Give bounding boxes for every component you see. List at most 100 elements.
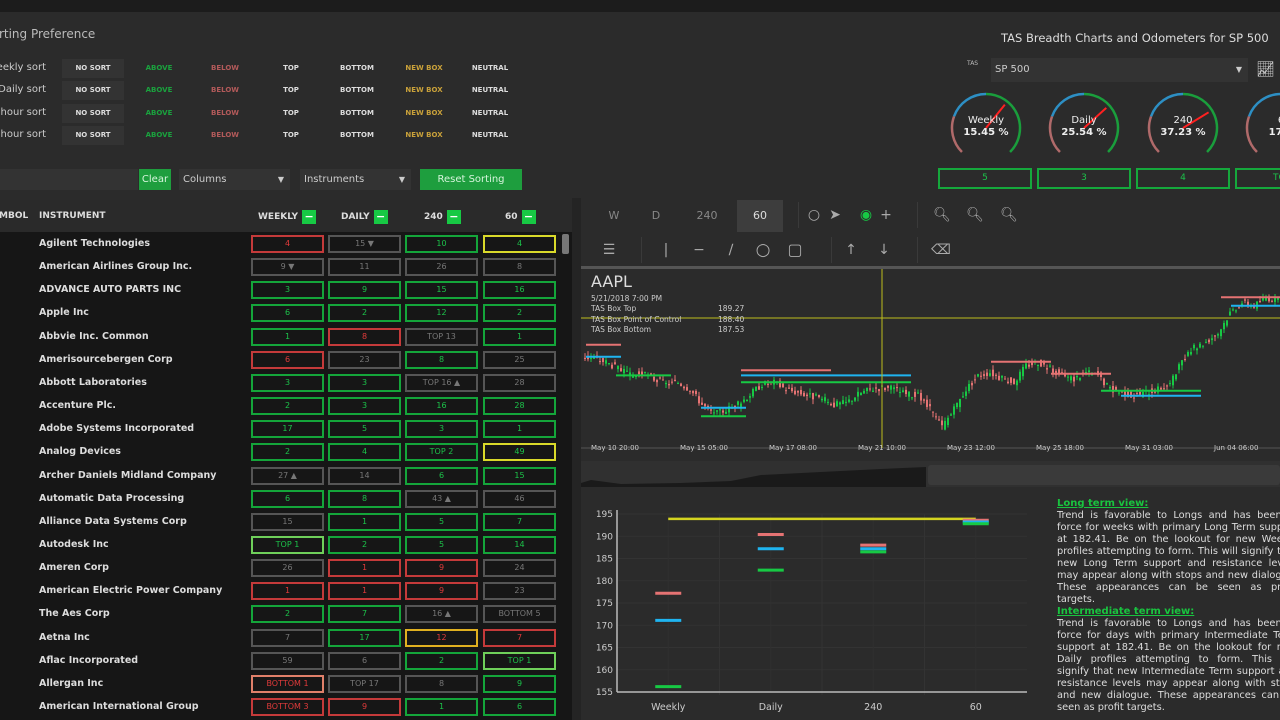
signal-cell[interactable]: 9: [483, 674, 556, 693]
signal-cell[interactable]: 46: [483, 489, 556, 508]
eraser-icon[interactable]: ⌫: [930, 233, 952, 267]
table-row[interactable]: Allergan Inc BOTTOM 1 TOP 17 8 9: [0, 674, 560, 695]
signal-cell[interactable]: TOP 1: [483, 651, 556, 670]
line-chart-icon[interactable]: 📈︎: [1256, 60, 1275, 78]
sort-option-bottom[interactable]: BOTTOM: [326, 104, 388, 123]
signal-cell[interactable]: 4: [251, 235, 324, 253]
signal-cell[interactable]: 17: [328, 628, 401, 647]
signal-cell[interactable]: 7: [483, 628, 556, 647]
signal-cell[interactable]: BOTTOM 1: [251, 674, 324, 693]
signal-cell[interactable]: 8: [328, 489, 401, 508]
signal-cell[interactable]: TOP 16 ▲: [405, 373, 478, 392]
signal-cell[interactable]: 7: [328, 605, 401, 624]
sort-option-new-box[interactable]: NEW BOX: [393, 59, 455, 78]
sort-option-no-sort[interactable]: NO SORT: [62, 103, 124, 123]
signal-cell[interactable]: 2: [251, 605, 324, 624]
sort-option-neutral[interactable]: NEUTRAL: [459, 104, 521, 123]
signal-cell[interactable]: 23: [328, 350, 401, 369]
signal-cell[interactable]: 3: [328, 373, 401, 392]
signal-cell[interactable]: 9: [405, 582, 478, 601]
table-row[interactable]: Amerisourcebergen Corp 6 23 8 25: [0, 350, 560, 371]
signal-cell[interactable]: 11: [328, 258, 401, 277]
table-row[interactable]: Alliance Data Systems Corp 15 1 5 7: [0, 512, 560, 533]
signal-cell[interactable]: 6: [483, 698, 556, 716]
signal-cell[interactable]: 10: [405, 235, 478, 253]
table-row[interactable]: Automatic Data Processing 6 8 43 ▲ 46: [0, 489, 560, 510]
signal-cell[interactable]: 2: [405, 651, 478, 670]
signal-cell[interactable]: 3: [328, 397, 401, 416]
panel-splitter[interactable]: [572, 198, 581, 720]
sort-option-above[interactable]: ABOVE: [128, 126, 190, 145]
signal-cell[interactable]: 12: [405, 304, 478, 323]
timeframe-tab-240[interactable]: 240: [677, 200, 737, 232]
signal-cell[interactable]: 14: [328, 466, 401, 485]
signal-cell[interactable]: 5: [328, 420, 401, 439]
table-row[interactable]: Abbott Laboratories 3 3 TOP 16 ▲ 28: [0, 373, 560, 394]
signal-cell[interactable]: 17: [251, 420, 324, 439]
signal-cell[interactable]: 28: [483, 373, 556, 392]
vertical-line-icon[interactable]: |: [655, 233, 677, 267]
sort-option-below[interactable]: BELOW: [194, 104, 256, 123]
header-60[interactable]: 60: [505, 212, 518, 222]
sort-option-above[interactable]: ABOVE: [128, 104, 190, 123]
signal-cell[interactable]: 6: [328, 651, 401, 670]
signal-cell[interactable]: 1: [251, 327, 324, 346]
sort-option-new-box[interactable]: NEW BOX: [393, 81, 455, 100]
table-row[interactable]: American Electric Power Company 1 1 9 23: [0, 582, 560, 602]
reset-sorting-button[interactable]: Reset Sorting: [420, 169, 522, 190]
signal-cell[interactable]: 4: [483, 235, 556, 253]
signal-cell[interactable]: 1: [405, 698, 478, 716]
header-weekly[interactable]: WEEKLY: [258, 212, 298, 222]
signal-cell[interactable]: 1: [328, 512, 401, 531]
table-row[interactable]: Ameren Corp 26 1 9 24: [0, 559, 560, 579]
sort-option-bottom[interactable]: BOTTOM: [326, 126, 388, 145]
table-row[interactable]: Autodesk Inc TOP 1 2 5 14: [0, 535, 560, 556]
timeframe-tab-60[interactable]: 60: [737, 200, 783, 232]
table-row[interactable]: ADVANCE AUTO PARTS INC 3 9 15 16: [0, 281, 560, 301]
signal-cell[interactable]: 59: [251, 651, 324, 670]
signal-cell[interactable]: 8: [405, 674, 478, 693]
signal-cell[interactable]: TOP 1: [251, 535, 324, 554]
signal-cell[interactable]: 16 ▲: [405, 605, 478, 624]
table-row[interactable]: Adobe Systems Incorporated 17 5 3 1: [0, 420, 560, 440]
signal-cell[interactable]: 15: [405, 281, 478, 300]
signal-cell[interactable]: 43 ▲: [405, 489, 478, 508]
signal-cell[interactable]: 24: [483, 559, 556, 578]
signal-cell[interactable]: 1: [328, 582, 401, 601]
timeframe-tab-d[interactable]: D: [635, 200, 677, 232]
signal-cell[interactable]: 28: [483, 397, 556, 416]
signal-cell[interactable]: 2: [251, 443, 324, 462]
signal-cell[interactable]: TOP 13: [405, 327, 478, 346]
signal-cell[interactable]: 8: [483, 258, 556, 277]
sort-option-neutral[interactable]: NEUTRAL: [459, 126, 521, 145]
header-240[interactable]: 240: [424, 212, 443, 222]
table-row[interactable]: Analog Devices 2 4 TOP 2 49: [0, 443, 560, 463]
circle-outline-icon[interactable]: ○: [803, 198, 825, 232]
signal-cell[interactable]: 6: [251, 304, 324, 323]
table-row[interactable]: Accenture Plc. 2 3 16 28: [0, 397, 560, 417]
signal-cell[interactable]: 9: [328, 281, 401, 300]
sort-option-below[interactable]: BELOW: [194, 126, 256, 145]
sort-option-top[interactable]: TOP: [260, 126, 322, 145]
sort-option-new-box[interactable]: NEW BOX: [393, 126, 455, 145]
collapse-240-button[interactable]: −: [446, 210, 461, 224]
signal-cell[interactable]: 2: [328, 535, 401, 554]
price-chart[interactable]: [581, 269, 1280, 461]
signal-cell[interactable]: 4: [328, 443, 401, 462]
table-row[interactable]: American International Group BOTTOM 3916: [0, 698, 560, 718]
zoom-in-icon[interactable]: 🔍︎: [931, 198, 953, 232]
signal-cell[interactable]: 1: [328, 559, 401, 578]
signal-cell[interactable]: 3: [251, 373, 324, 392]
signal-cell[interactable]: 8: [328, 327, 401, 346]
signal-cell[interactable]: 15 ▼: [328, 235, 401, 253]
sort-option-below[interactable]: BELOW: [194, 81, 256, 100]
signal-cell[interactable]: 2: [483, 304, 556, 323]
sort-option-no-sort[interactable]: NO SORT: [62, 125, 124, 145]
sort-option-top[interactable]: TOP: [260, 104, 322, 123]
signal-cell[interactable]: 7: [251, 628, 324, 647]
signal-cell[interactable]: 9: [405, 559, 478, 578]
signal-cell[interactable]: 1: [483, 327, 556, 346]
sort-option-above[interactable]: ABOVE: [128, 81, 190, 100]
circle-tool-icon[interactable]: ○: [752, 233, 774, 267]
sort-option-top[interactable]: TOP: [260, 81, 322, 100]
